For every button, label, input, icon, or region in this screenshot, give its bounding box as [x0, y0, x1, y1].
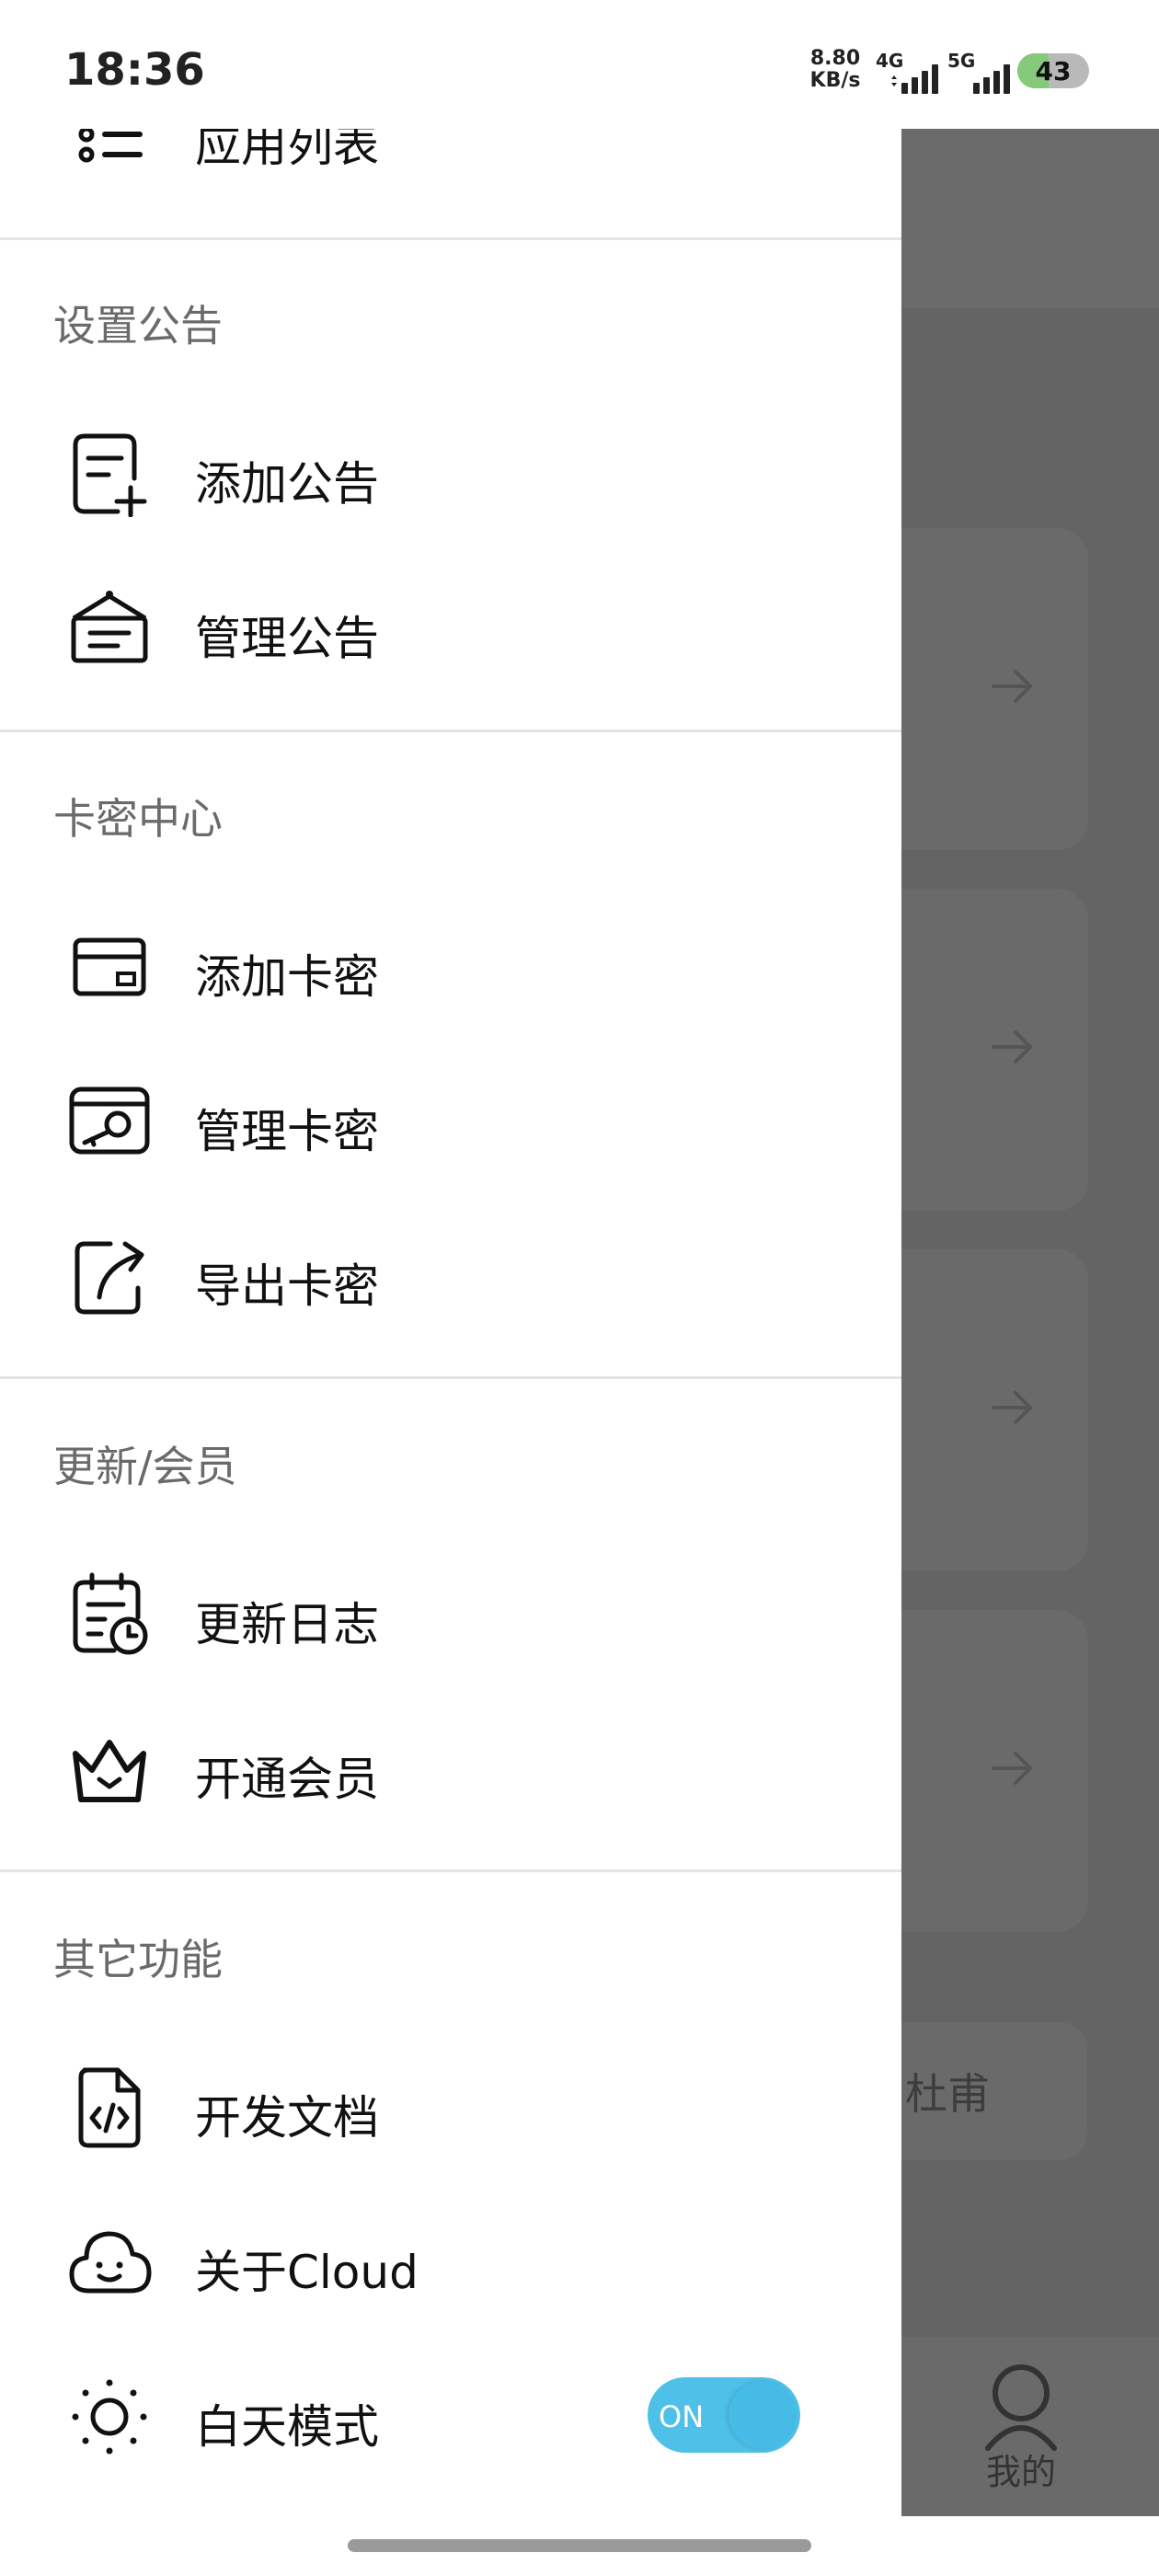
section-title-card-center: 卡密中心: [53, 794, 223, 844]
menu-item-membership[interactable]: 开通会员: [0, 1698, 901, 1836]
background-header: [901, 129, 1159, 308]
network-speed-unit: KB/s: [809, 69, 861, 92]
menu-item-export-card[interactable]: 导出卡密: [0, 1205, 901, 1343]
cloud-smile-icon: [69, 2231, 152, 2294]
battery-indicator: 43: [1017, 53, 1089, 88]
status-bar: 18:36 8.80 KB/s 4G 5G 43: [0, 0, 1159, 129]
menu-item-manage-card[interactable]: 管理卡密: [0, 1051, 901, 1189]
menu-item-label: 更新日志: [195, 1598, 379, 1651]
day-mode-toggle[interactable]: ON: [648, 2377, 800, 2453]
menu-item-label: 关于Cloud: [195, 2246, 419, 2299]
menu-item-dev-docs[interactable]: 开发文档: [0, 2037, 901, 2175]
add-note-icon: [73, 433, 147, 517]
section-title-announcements: 设置公告: [53, 301, 223, 351]
menu-item-label: 添加公告: [195, 457, 379, 511]
menu-item-manage-announcement[interactable]: 管理公告: [0, 558, 901, 696]
status-time: 18:36: [64, 44, 205, 96]
menu-item-label: 开发文档: [195, 2091, 379, 2145]
cell-signal-icon: [973, 64, 1010, 94]
arrow-right-icon: [992, 1752, 1032, 1785]
user-icon: [985, 2364, 1057, 2451]
tab-mine-label: 我的: [985, 2452, 1056, 2492]
menu-item-add-announcement[interactable]: 添加公告: [0, 403, 901, 541]
toggle-knob: [729, 2381, 797, 2449]
network-speed: 8.80 KB/s: [809, 48, 861, 92]
menu-item-changelog[interactable]: 更新日志: [0, 1544, 901, 1682]
divider: [0, 1376, 901, 1379]
background-name-text: 杜甫: [905, 2069, 990, 2119]
battery-level: 43: [1035, 56, 1072, 86]
card-icon: [73, 937, 146, 996]
divider: [0, 730, 901, 732]
section-title-other: 其它功能: [53, 1935, 223, 1984]
toggle-state-text: ON: [659, 2399, 705, 2434]
menu-item-label: 管理公告: [195, 612, 379, 665]
arrow-right-icon: [992, 1030, 1032, 1064]
calendar-clock-icon: [73, 1572, 148, 1655]
background-app-scrim[interactable]: 杜甫 我的: [901, 129, 1159, 2516]
sun-icon: [72, 2379, 147, 2455]
card-key-icon: [69, 1087, 150, 1155]
cell-signal-icon: [891, 64, 938, 94]
arrow-right-icon: [992, 670, 1032, 703]
menu-item-label: 管理卡密: [195, 1105, 379, 1158]
menu-item-label: 导出卡密: [195, 1259, 379, 1313]
navigation-drawer: 应用列表 设置公告 添加公告 管理公告 卡密中心 添加卡密 管理卡密 导出卡密 …: [0, 0, 901, 2576]
hanging-sign-icon: [71, 591, 148, 663]
menu-item-add-card[interactable]: 添加卡密: [0, 896, 901, 1034]
menu-item-about-cloud[interactable]: 关于Cloud: [0, 2191, 901, 2329]
divider: [0, 237, 901, 240]
crown-icon: [73, 1740, 146, 1802]
divider: [0, 1869, 901, 1872]
arrow-right-icon: [992, 1391, 1032, 1424]
menu-item-label: 白天模式: [195, 2400, 379, 2454]
export-icon: [75, 1241, 144, 1315]
section-title-update-membership: 更新/会员: [53, 1442, 237, 1491]
home-indicator[interactable]: [348, 2539, 811, 2552]
code-file-icon: [78, 2067, 141, 2148]
menu-item-label: 添加卡密: [195, 950, 379, 1004]
network-speed-value: 8.80: [809, 47, 861, 70]
list-icon: [78, 126, 143, 163]
menu-item-label: 开通会员: [195, 1753, 379, 1806]
